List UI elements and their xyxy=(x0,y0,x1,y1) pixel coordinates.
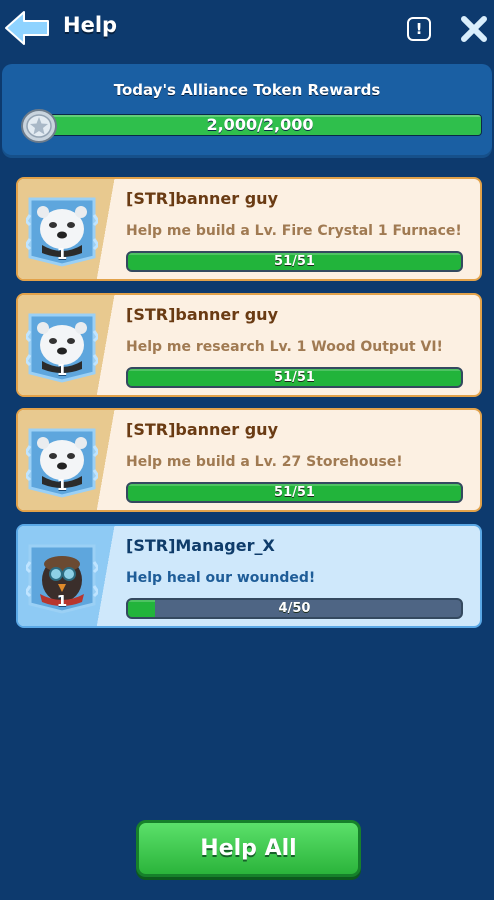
avatar: 1 xyxy=(24,311,100,383)
avatar: 1 xyxy=(24,195,100,267)
info-icon[interactable]: ! xyxy=(407,17,431,41)
help-request-card[interactable]: 1 [STR]Manager_X Help heal our wounded! … xyxy=(16,524,482,628)
requester-name: [STR]banner guy xyxy=(126,305,278,324)
avatar: 1 xyxy=(24,426,100,498)
page-title: Help xyxy=(63,13,118,37)
request-message: Help heal our wounded! xyxy=(126,570,316,586)
avatar-level-badge: 1 xyxy=(56,245,68,263)
avatar-level-badge: 1 xyxy=(56,592,68,610)
token-progress-bar: 2,000/2,000 xyxy=(38,114,482,136)
avatar-level-badge: 1 xyxy=(56,476,68,494)
request-message: Help me build a Lv. Fire Crystal 1 Furna… xyxy=(126,223,462,239)
close-icon[interactable] xyxy=(459,14,489,44)
requester-name: [STR]banner guy xyxy=(126,420,278,439)
alliance-token-coin-icon xyxy=(21,109,57,143)
help-progress-text: 4/50 xyxy=(278,601,311,616)
request-message: Help me research Lv. 1 Wood Output VI! xyxy=(126,339,443,355)
help-progress-bar: 51/51 xyxy=(126,482,463,503)
help-request-card[interactable]: 1 [STR]banner guy Help me research Lv. 1… xyxy=(16,293,482,397)
avatar-level-badge: 1 xyxy=(56,361,68,379)
request-message: Help me build a Lv. 27 Storehouse! xyxy=(126,454,403,470)
requester-name: [STR]Manager_X xyxy=(126,536,275,555)
token-progress-text: 2,000/2,000 xyxy=(206,115,314,134)
header-bar: Help ! xyxy=(0,0,494,58)
help-all-button[interactable]: Help All xyxy=(136,820,361,877)
help-progress-text: 51/51 xyxy=(274,370,315,385)
help-progress-text: 51/51 xyxy=(274,254,315,269)
help-progress-bar: 51/51 xyxy=(126,367,463,388)
alliance-token-rewards-panel: Today's Alliance Token Rewards 2,000/2,0… xyxy=(2,64,492,158)
help-request-card[interactable]: 1 [STR]banner guy Help me build a Lv. Fi… xyxy=(16,177,482,281)
requester-name: [STR]banner guy xyxy=(126,189,278,208)
help-progress-bar: 4/50 xyxy=(126,598,463,619)
rewards-title: Today's Alliance Token Rewards xyxy=(113,81,381,99)
help-request-card[interactable]: 1 [STR]banner guy Help me build a Lv. 27… xyxy=(16,408,482,512)
back-arrow-icon[interactable] xyxy=(4,8,50,48)
help-progress-bar: 51/51 xyxy=(126,251,463,272)
help-progress-text: 51/51 xyxy=(274,485,315,500)
avatar: 1 xyxy=(24,542,100,614)
